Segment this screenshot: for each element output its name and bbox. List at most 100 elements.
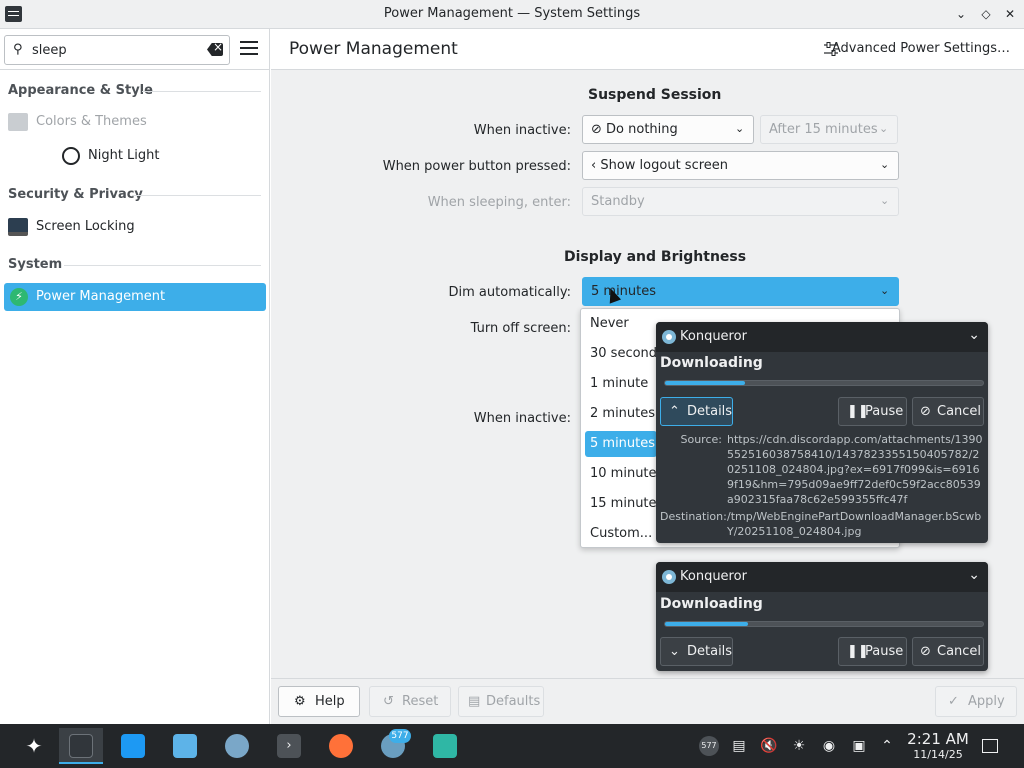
section-suspend-session: Suspend Session	[588, 87, 722, 103]
chevron-down-icon: ⌄	[669, 644, 680, 659]
turn-off-screen-label: Turn off screen:	[470, 321, 571, 336]
when-inactive-select[interactable]: ⊘ Do nothing ⌄	[582, 115, 754, 144]
dim-automatically-select[interactable]: 5 minutes ⌄	[582, 277, 899, 306]
sleeping-label: When sleeping, enter:	[427, 195, 571, 210]
apply-button: ✓ Apply	[935, 686, 1017, 717]
konqueror-badge: 577	[389, 729, 411, 743]
power-icon: ⚡	[10, 288, 28, 306]
cancel-icon: ⊘	[920, 644, 931, 659]
search-box[interactable]: ⚲	[4, 35, 230, 65]
colors-themes-icon	[8, 113, 28, 131]
close-icon[interactable]: ✕	[1000, 4, 1020, 24]
category-system: System	[8, 257, 63, 272]
notification-header: Konqueror ⌄	[656, 562, 988, 592]
inactive-delay-select: After 15 minutes ⌄	[760, 115, 898, 144]
chevron-down-icon: ⌄	[735, 122, 745, 135]
power-button-label: When power button pressed:	[382, 159, 571, 174]
notification-header: Konqueror ⌄	[656, 322, 988, 352]
taskbar-system-settings[interactable]	[59, 728, 103, 764]
clipboard-icon[interactable]: ▤	[729, 736, 749, 756]
power-button-select[interactable]: ‹ Show logout screen ⌄	[582, 151, 899, 180]
chevron-left-icon: ‹	[591, 158, 597, 173]
collapse-chevron-icon[interactable]: ⌄	[968, 567, 980, 583]
maximize-icon[interactable]: ◇	[976, 4, 996, 24]
taskbar-screenshot[interactable]	[423, 728, 467, 764]
brightness-icon[interactable]: ☀	[789, 736, 809, 756]
progress-fill	[665, 381, 745, 385]
konqueror-icon	[662, 330, 676, 344]
system-settings-icon	[69, 734, 93, 758]
details-button[interactable]: ⌄ Details	[660, 637, 733, 666]
chevron-down-icon: ⌄	[880, 194, 890, 207]
dim-value: 5 minutes	[591, 284, 657, 299]
destination-label: Destination:	[660, 510, 727, 523]
notification-app-name: Konqueror	[680, 569, 747, 584]
screenshot-icon	[433, 734, 457, 758]
reset-icon: ↺	[383, 694, 394, 709]
chevron-down-icon: ⌄	[879, 122, 889, 135]
category-security-privacy: Security & Privacy	[8, 187, 143, 202]
sidebar-item-screen-locking[interactable]: Screen Locking	[4, 213, 266, 241]
chevron-up-icon: ⌃	[669, 404, 680, 419]
taskbar-terminal[interactable]: ›	[267, 728, 311, 764]
konqueror-icon	[662, 570, 676, 584]
minimize-icon[interactable]: ⌄	[951, 4, 971, 24]
taskbar-firefox[interactable]	[319, 728, 363, 764]
apply-label: Apply	[968, 694, 1005, 709]
pause-button[interactable]: ❚❚ Pause	[838, 637, 907, 666]
taskbar-dolphin[interactable]	[163, 728, 207, 764]
when-inactive-text: Do nothing	[606, 122, 678, 137]
prohibit-icon: ⊘	[591, 122, 602, 137]
help-icon: ⚙	[294, 694, 306, 709]
help-button[interactable]: ⚙ Help	[278, 686, 360, 717]
clock[interactable]: 2:21 AM 11/14/25	[900, 730, 976, 762]
show-hidden-chevron-icon[interactable]: ⌃	[877, 736, 897, 756]
night-light-icon	[62, 147, 80, 165]
hamburger-menu-icon[interactable]	[240, 41, 258, 55]
details-button[interactable]: ⌃ Details	[660, 397, 733, 426]
advanced-power-settings-button[interactable]: Advanced Power Settings…	[832, 41, 1010, 56]
display-when-inactive-label: When inactive:	[473, 411, 571, 426]
category-appearance-style: Appearance & Style	[8, 83, 153, 98]
app-launcher-button[interactable]: ✦	[12, 728, 56, 764]
firefox-icon	[329, 734, 353, 758]
system-settings-gear-icon	[225, 734, 249, 758]
source-label: Source:	[680, 433, 723, 446]
pause-label: Pause	[865, 404, 904, 419]
volume-muted-icon[interactable]: 🔇	[759, 736, 779, 756]
chevron-down-icon: ⌄	[880, 158, 890, 171]
screen-lock-icon	[8, 218, 28, 236]
search-input[interactable]	[32, 40, 202, 60]
sleep-mode-value: Standby	[591, 194, 645, 209]
tray-notification-count[interactable]: 577	[699, 736, 719, 756]
taskbar-settings-gear[interactable]	[215, 728, 259, 764]
network-icon[interactable]: ◉	[819, 736, 839, 756]
dropdown-option-selected[interactable]: 5 minutes	[585, 431, 657, 457]
collapse-chevron-icon[interactable]: ⌄	[968, 327, 980, 343]
show-desktop-icon[interactable]	[982, 739, 998, 753]
sidebar-item-label: Power Management	[36, 289, 166, 304]
download-notification-expanded: Konqueror ⌄ Downloading ⌃ Details ❚❚ Pau…	[656, 322, 988, 543]
download-notification-collapsed: Konqueror ⌄ Downloading ⌄ Details ❚❚ Pau…	[656, 562, 988, 671]
source-url: https://cdn.discordapp.com/attachments/1…	[727, 433, 983, 506]
category-divider	[132, 195, 261, 196]
search-icon: ⚲	[13, 42, 23, 57]
clear-search-icon[interactable]	[207, 43, 223, 56]
sidebar-item-label: Night Light	[88, 148, 160, 163]
sidebar-item-colors-themes[interactable]: Colors & Themes	[4, 108, 266, 136]
sidebar-item-label: Colors & Themes	[36, 114, 147, 129]
inactive-delay-value: After 15 minutes	[769, 122, 878, 137]
cancel-label: Cancel	[937, 644, 982, 659]
power-button-text: Show logout screen	[600, 158, 729, 173]
taskbar-discover[interactable]	[111, 728, 155, 764]
cancel-button[interactable]: ⊘ Cancel	[912, 397, 984, 426]
footer-bar: ⚙ Help ↺ Reset ▤ Defaults ✓ Apply	[271, 678, 1024, 724]
clock-time: 2:21 AM	[907, 730, 969, 748]
sidebar-item-power-management[interactable]: ⚡ Power Management	[4, 283, 266, 311]
destination-detail: Destination: /tmp/WebEnginePartDownloadM…	[660, 509, 986, 541]
sidebar-item-night-light[interactable]: Night Light	[4, 142, 266, 170]
reset-label: Reset	[402, 694, 439, 709]
pause-button[interactable]: ❚❚ Pause	[838, 397, 907, 426]
cancel-button[interactable]: ⊘ Cancel	[912, 637, 984, 666]
display-icon[interactable]: ▣	[849, 736, 869, 756]
